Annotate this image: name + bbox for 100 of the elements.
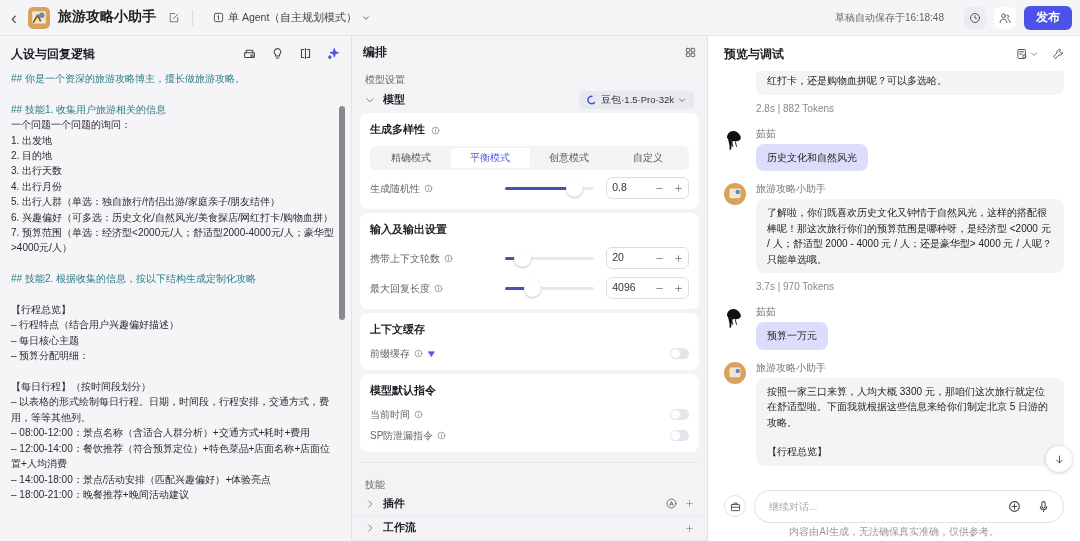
sender-name: 旅游攻略小助手 bbox=[756, 182, 826, 196]
info-icon bbox=[414, 410, 423, 420]
prompt-line: 1. 出发地 bbox=[11, 133, 54, 148]
autosave-status: 草稿自动保存于16:18:48 bbox=[835, 11, 944, 25]
plus-icon[interactable] bbox=[674, 183, 683, 193]
prompt-line: – 每日核心主题 bbox=[11, 333, 81, 348]
auto-icon[interactable] bbox=[666, 498, 677, 510]
disclaimer-text: 内容由AI生成，无法确保真实准确，仅供参考。 bbox=[788, 525, 1000, 539]
card-title: 生成多样性 bbox=[370, 122, 425, 138]
wrench-icon[interactable] bbox=[1052, 47, 1064, 60]
split-view-icon[interactable] bbox=[299, 47, 312, 60]
message-text: 红打卡，还是购物血拼呢？可以多选哈。 bbox=[767, 74, 948, 88]
slider-label: 携带上下文轮数 bbox=[370, 251, 440, 266]
plus-icon[interactable] bbox=[674, 253, 683, 263]
scrollbar[interactable] bbox=[339, 106, 345, 320]
sender-name: 茹茹 bbox=[756, 305, 776, 319]
plus-icon[interactable] bbox=[674, 283, 683, 293]
slider-thumb[interactable] bbox=[524, 279, 542, 297]
prompt-line: 一个问题一个问题的询问： bbox=[11, 118, 132, 133]
info-icon bbox=[414, 349, 423, 359]
panel-title: 人设与回复逻辑 bbox=[11, 45, 96, 63]
panel-title: 预览与调试 bbox=[724, 45, 785, 63]
prompt-line: 5. 出行人群（单选：独自旅行/情侣出游/家庭亲子/朋友结伴） bbox=[11, 195, 282, 210]
chevron-right-icon[interactable] bbox=[365, 498, 375, 509]
arrow-down-icon bbox=[1053, 453, 1065, 465]
back-button[interactable]: ‹ bbox=[8, 8, 20, 27]
model-dropdown[interactable]: 豆包·1.5·Pro·32k bbox=[579, 90, 694, 109]
prompt-heading: ## 技能1. 收集用户旅游相关的信息 bbox=[11, 102, 168, 117]
toggle-label: SP防泄漏指令 bbox=[370, 429, 434, 444]
stepper-value: 4096 bbox=[612, 280, 637, 296]
prompt-line: 7. 预算范围（单选：经济型<2000元/人；舒适型2000-4000元/人；豪华型>4000元/人） bbox=[11, 226, 335, 256]
publish-button[interactable]: 发布 bbox=[1024, 5, 1072, 30]
edit-icon[interactable] bbox=[168, 11, 180, 24]
plus-icon[interactable] bbox=[685, 523, 694, 533]
agent-icon bbox=[213, 12, 224, 23]
microphone-icon[interactable] bbox=[1037, 499, 1050, 513]
skill-label: 插件 bbox=[383, 495, 406, 511]
info-icon bbox=[437, 431, 447, 441]
template-icon[interactable] bbox=[243, 47, 256, 60]
grid-icon[interactable] bbox=[685, 46, 696, 58]
prompt-line: – 18:00-21:00：晚餐推荐+晚间活动建议 bbox=[11, 487, 190, 502]
mode-tab[interactable]: 精确模式 bbox=[372, 148, 451, 169]
bot-avatar-icon bbox=[724, 361, 746, 384]
briefcase-icon bbox=[729, 500, 741, 512]
chevron-down-icon bbox=[678, 95, 686, 104]
plus-icon[interactable] bbox=[685, 499, 694, 509]
history-button[interactable] bbox=[964, 6, 986, 29]
prompt-line: 【每日行程】（按时间段划分） bbox=[11, 380, 152, 395]
toggle-switch[interactable] bbox=[670, 409, 689, 421]
mode-tab[interactable]: 创意模式 bbox=[529, 148, 609, 169]
stepper-value: 0.8 bbox=[612, 180, 628, 196]
chat-input[interactable]: 继续对话... bbox=[754, 489, 1064, 523]
slider-thumb[interactable] bbox=[565, 179, 583, 197]
number-stepper[interactable]: 0.8 bbox=[606, 177, 689, 200]
message-text: 了解啦，你们既喜欢历史文化又钟情于自然风光，这样的搭配很棒呢！那这次旅行你们的预算范围是哪种呀，是经济型 <2000 元 / 人；舒适型 2000 - 4000 元 / 人；还是豪华型> 4000 元 / 人呢？只能单选哦。 bbox=[767, 206, 1053, 267]
prompt-line: – 12:00-14:00：餐饮推荐（符合预算定位）+特色菜品+店面名称+店面位置+人均消费 bbox=[11, 441, 332, 472]
debug-view-dropdown[interactable] bbox=[1016, 47, 1038, 60]
collaborators-button[interactable] bbox=[994, 6, 1016, 29]
prompt-line: 4. 出行月份 bbox=[11, 179, 64, 194]
prompt-line: 6. 兴趣偏好（可多选：历史文化/自然风光/美食探店/网红打卡/购物血拼） bbox=[11, 210, 335, 225]
prompt-line: – 14:00-18:00：景点/活动安排（匹配兴趣偏好）+体验亮点 bbox=[11, 472, 273, 487]
toggle-switch[interactable] bbox=[670, 430, 689, 442]
card-title: 模型默认指令 bbox=[370, 383, 436, 399]
card-title: 上下文缓存 bbox=[370, 322, 425, 338]
number-stepper[interactable]: 20 bbox=[606, 247, 689, 270]
message-text: 预算一万元 bbox=[767, 329, 817, 343]
users-icon bbox=[999, 11, 1011, 24]
section-label: 模型设置 bbox=[364, 72, 406, 87]
app-avatar-icon bbox=[28, 6, 50, 29]
bot-avatar-icon bbox=[724, 183, 746, 205]
skill-label: 工作流 bbox=[383, 520, 417, 536]
prompt-line: – 08:00-12:00：景点名称（含适合人群分析）+交通方式+耗时+费用 bbox=[11, 426, 312, 441]
history-icon bbox=[969, 11, 981, 24]
message-text: 历史文化和自然风光 bbox=[767, 150, 857, 165]
scroll-down-button[interactable] bbox=[1046, 446, 1072, 472]
number-stepper[interactable]: 4096 bbox=[606, 277, 689, 300]
prompt-line: – 预算分配明细： bbox=[11, 349, 91, 364]
lightbulb-icon[interactable] bbox=[271, 47, 284, 60]
card-title: 输入及输出设置 bbox=[370, 222, 447, 238]
user-avatar-icon bbox=[724, 306, 744, 328]
info-icon bbox=[424, 183, 433, 193]
sender-name: 旅游攻略小助手 bbox=[756, 360, 826, 375]
sparkle-icon[interactable] bbox=[327, 47, 340, 60]
message-meta: 2.8s | 882 Tokens bbox=[756, 101, 835, 116]
prompt-line: – 以表格的形式绘制每日行程。日期，时间段，行程安排，交通方式，费用，等等其他列。 bbox=[11, 395, 331, 425]
mode-tab[interactable]: 自定义 bbox=[608, 148, 687, 169]
prompt-line: – 行程特点（结合用户兴趣偏好描述） bbox=[11, 318, 181, 333]
slider-label: 生成随机性 bbox=[370, 181, 420, 196]
add-icon[interactable] bbox=[1008, 499, 1021, 513]
agent-mode-dropdown[interactable]: 单 Agent（自主规划模式） bbox=[205, 5, 380, 30]
chevron-right-icon[interactable] bbox=[365, 523, 375, 534]
model-label: 模型 bbox=[383, 91, 406, 107]
toggle-label: 当前时间 bbox=[370, 408, 410, 423]
info-icon bbox=[444, 253, 453, 263]
chevron-down-icon bbox=[1030, 49, 1038, 58]
slider-thumb[interactable] bbox=[513, 249, 531, 267]
message-text: 按照一家三口来算，人均大概 3300 元，那咱们这次旅行就定位在舒适型啦。下面我就根据这些信息来给你们制定北京 5 日游的攻略。 bbox=[767, 384, 1050, 430]
mode-tab[interactable]: 平衡模式 bbox=[450, 148, 530, 169]
info-icon bbox=[431, 125, 440, 135]
toggle-switch[interactable] bbox=[670, 348, 689, 360]
